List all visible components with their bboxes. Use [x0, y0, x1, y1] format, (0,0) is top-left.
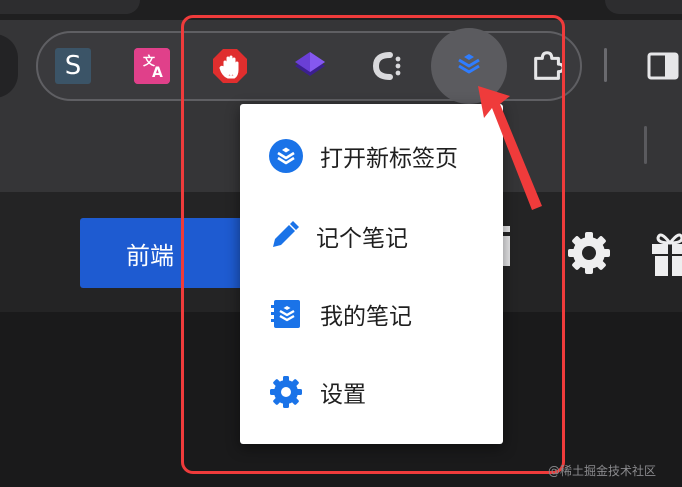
side-divider: [644, 126, 647, 164]
gift-icon[interactable]: [650, 226, 682, 278]
annotation-arrow: [478, 86, 542, 210]
s-extension-glyph: S: [64, 51, 82, 81]
side-panel-button[interactable]: [646, 48, 680, 84]
svg-text:A: A: [152, 65, 163, 81]
page-settings-gear-icon[interactable]: [564, 228, 614, 278]
toolbar-divider: [604, 48, 607, 82]
translate-icon: 文 A: [134, 48, 170, 84]
side-panel-icon: [647, 52, 679, 80]
s-extension-icon[interactable]: S: [55, 48, 91, 84]
translate-extension-icon[interactable]: 文 A: [134, 48, 170, 84]
tab-left[interactable]: [0, 0, 140, 14]
frontend-tab-label: 前端: [126, 241, 174, 270]
tab-right[interactable]: [605, 0, 682, 14]
watermark: @稀土掘金技术社区: [548, 464, 657, 478]
